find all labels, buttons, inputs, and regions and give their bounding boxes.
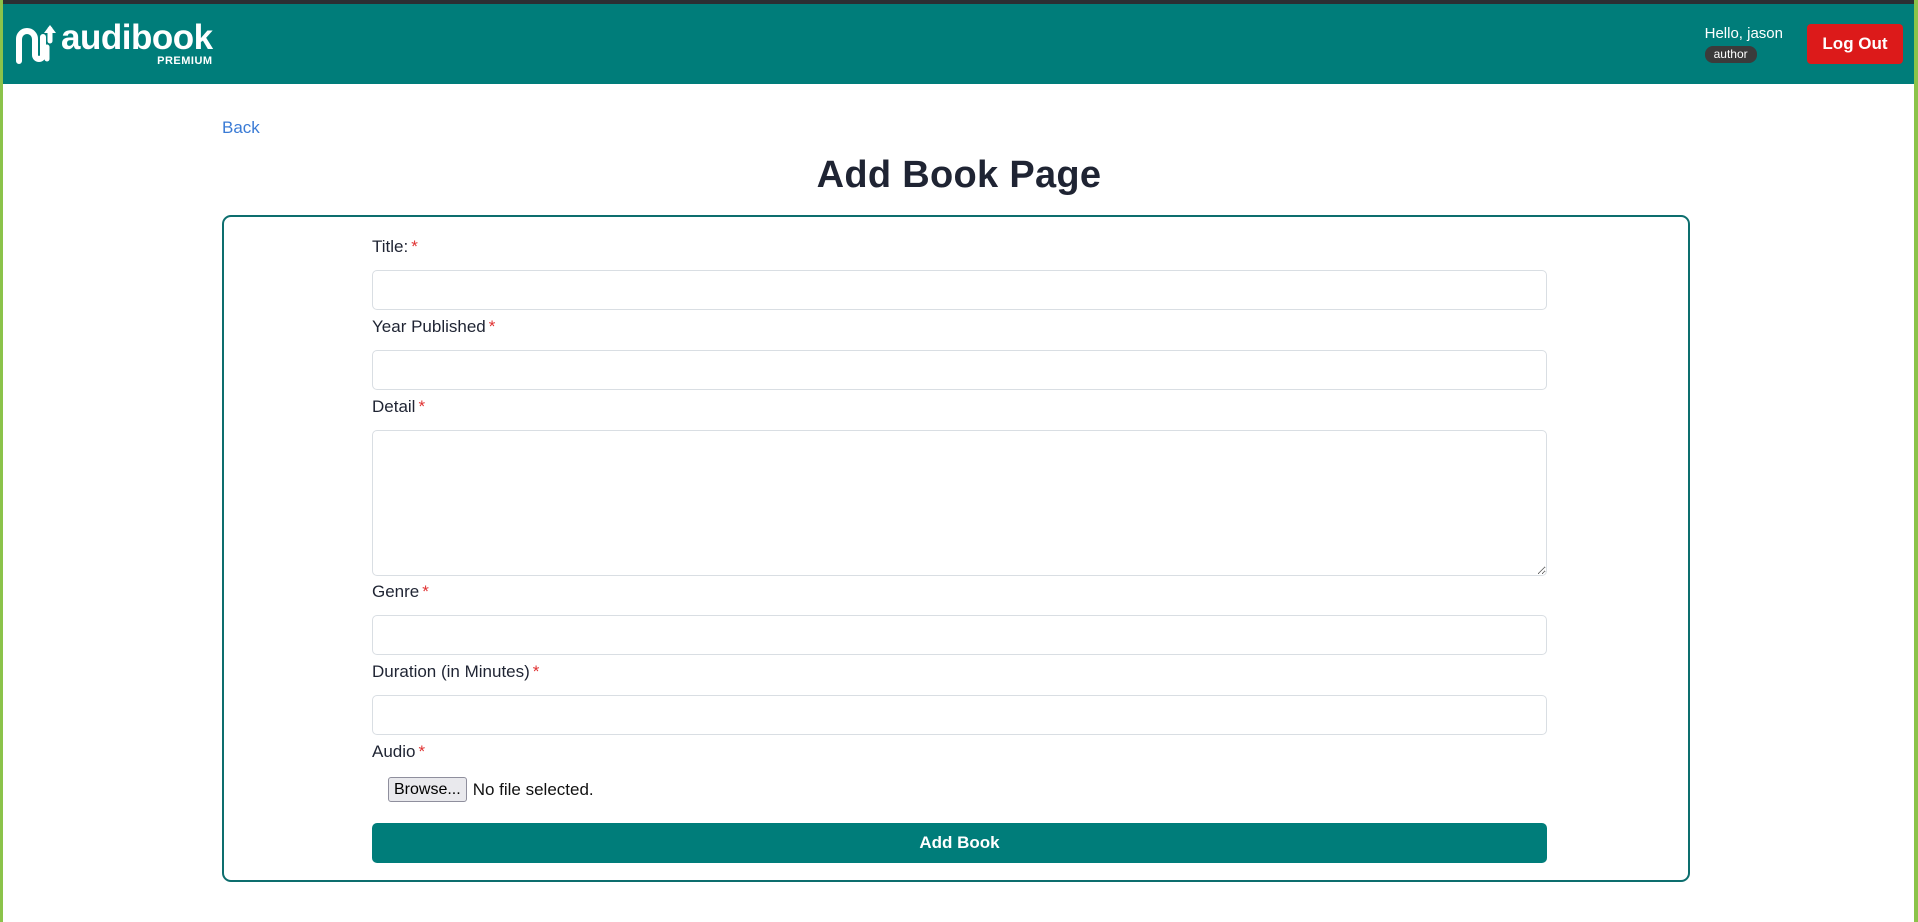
audibook-logo-icon (16, 25, 56, 64)
add-book-form: Title: * Year Published * Detail * Genre * D… (222, 215, 1690, 882)
user-area: Hello, jason author Log Out (1704, 24, 1903, 64)
title-input[interactable] (372, 270, 1547, 310)
detail-label: Detail * (372, 397, 426, 416)
role-badge: author (1704, 46, 1757, 63)
window-frame-right (1914, 0, 1918, 922)
back-link[interactable]: Back (222, 118, 260, 138)
logout-button[interactable]: Log Out (1807, 24, 1903, 64)
file-status: No file selected. (472, 779, 594, 799)
window-frame-left (0, 0, 3, 922)
required-marker: * (411, 237, 418, 256)
page-title: Add Book Page (816, 154, 1102, 196)
required-marker: * (422, 582, 429, 601)
required-marker: * (418, 742, 426, 761)
genre-input[interactable] (372, 615, 1547, 655)
required-marker: * (418, 397, 426, 416)
brand-logo[interactable]: audibook PREMIUM (13, 14, 213, 74)
duration-label: Duration (in Minutes) * (372, 662, 540, 681)
title-label: Title: * (372, 237, 418, 256)
browse-button[interactable]: Browse... (388, 777, 467, 802)
duration-input[interactable] (372, 695, 1547, 735)
audio-file-picker: Browse... No file selected. (388, 777, 594, 802)
required-marker: * (488, 317, 496, 336)
year-published-input[interactable] (372, 350, 1547, 390)
year-published-label: Year Published * (372, 317, 496, 336)
user-greeting: Hello, jason (1704, 25, 1783, 42)
detail-textarea[interactable] (372, 430, 1547, 576)
navbar: audibook PREMIUM Hello, jason author Log… (3, 4, 1914, 84)
audio-label: Audio * (372, 742, 426, 761)
add-book-button[interactable]: Add Book (372, 823, 1547, 863)
brand-tier: PREMIUM (157, 55, 213, 67)
genre-label: Genre * (372, 582, 429, 601)
brand-name: audibook (61, 18, 213, 57)
required-marker: * (532, 662, 540, 681)
